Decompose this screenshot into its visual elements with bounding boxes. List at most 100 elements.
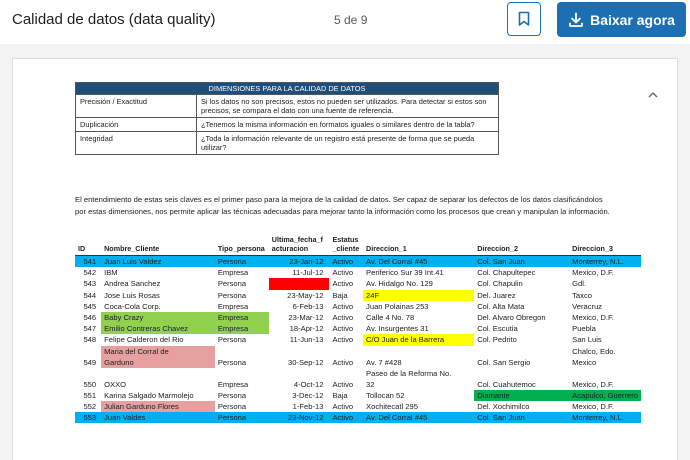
cell-fecha: 4-Oct-12 xyxy=(293,379,324,389)
cell-estatus: Activo xyxy=(332,401,354,411)
cell-fecha: 6-Feb-13 xyxy=(292,301,324,311)
cell-direccion-1: Calle 4 No. 78 xyxy=(366,312,415,322)
column-header-fecha: Ultima_fecha_facturacion xyxy=(268,235,330,256)
bookmark-button[interactable] xyxy=(507,2,541,36)
cell-tipo: Persona xyxy=(217,401,247,411)
cell-direccion-1: Tollocan 52 xyxy=(366,390,405,400)
cell-nombre: Karina Salgado Marmolejo xyxy=(104,390,194,400)
download-button[interactable]: Baixar agora xyxy=(557,2,686,37)
cell-tipo: Persona xyxy=(217,279,247,289)
dimension-description: ¿Tenemos la misma información en formato… xyxy=(196,117,499,132)
page-indicator: 5 de 9 xyxy=(334,13,368,27)
column-header-direccion-3: Direccion_3 xyxy=(569,235,641,256)
cell-direccion-2: Col. San Sergio xyxy=(477,357,531,367)
cell-estatus: Activo xyxy=(332,379,354,389)
cell-direccion-2: Col. Pedrito xyxy=(477,335,517,345)
cell-estatus: Activo xyxy=(332,279,354,289)
table-row: 549 Maria del Corral de Garduno Persona … xyxy=(75,345,641,368)
column-header-estatus: Estatus_cliente xyxy=(329,235,364,256)
cell-direccion-3: Monterrey, N.L. xyxy=(569,411,641,424)
cell-direccion-1-line-1: Paseo de la Reforma No. xyxy=(366,368,452,378)
cell-tipo: Empresa xyxy=(217,301,249,311)
cell-direccion-2: Col. San Juan xyxy=(474,411,570,424)
cell-direccion-3: Chalco, Edo. Mexico xyxy=(569,346,641,368)
cell-direccion-3: Veracruz xyxy=(572,301,603,311)
download-icon xyxy=(569,12,583,27)
cell-direccion-2: Col. San Juan xyxy=(474,255,570,268)
cell-direccion-1: C/O Juan de la Barrera xyxy=(363,334,475,346)
table-row: 553 Juan Valdes Persona 23-Nov-12 Activo… xyxy=(75,411,641,424)
cell-direccion-2: Diamante xyxy=(474,389,570,401)
cell-nombre: Juan Luis Valdez xyxy=(101,255,215,268)
cell-nombre: Coca-Cola Corp. xyxy=(104,301,161,311)
document-viewer: DIMENSIONES PARA LA CALIDAD DE DATOS Pre… xyxy=(0,44,690,460)
cell-direccion-2: Col. Cuahutemoc xyxy=(477,379,536,389)
cell-direccion-2: Col. Chapulin xyxy=(477,279,523,289)
cell-estatus: Activo xyxy=(332,268,354,278)
cell-fecha: 23-Jan-12 xyxy=(268,255,330,268)
bookmark-icon xyxy=(518,11,530,26)
cell-fecha: 11-Jun-13 xyxy=(289,335,324,345)
cell-fecha: 3-Dec-12 xyxy=(292,390,324,400)
cell-id: 541 xyxy=(75,255,102,268)
cell-direccion-3: Mexico, D.F. xyxy=(572,268,614,278)
cell-tipo: Persona xyxy=(217,357,247,367)
cell-fecha-missing xyxy=(268,278,330,290)
cell-estatus: Activo xyxy=(329,411,364,424)
table-row: 547 Emilio Contreras Chavez Empresa 18-A… xyxy=(75,323,641,335)
column-header-direccion-2: Direccion_2 xyxy=(474,235,570,256)
column-header-nombre: Nombre_Cliente xyxy=(101,235,215,256)
dimension-row: Duplicación ¿Tenemos la misma informació… xyxy=(75,117,499,132)
column-header-tipo: Tipo_persona xyxy=(214,235,269,256)
dimension-row: Integridad ¿Toda la información relevant… xyxy=(75,131,499,155)
dimension-description: ¿Toda la información relevante de un reg… xyxy=(196,131,499,155)
cell-nombre-line-2: Garduno xyxy=(104,357,134,367)
table-row: 552 Julian Garduno Flores Persona 1-Feb-… xyxy=(75,400,641,412)
cell-direccion-1: Periferico Sur 39 Int.41 xyxy=(366,268,444,278)
cell-tipo: Persona xyxy=(214,411,269,424)
table-row: 551 Karina Salgado Marmolejo Persona 3-D… xyxy=(75,389,641,401)
cell-direccion-1-line-2: 32 xyxy=(366,379,375,389)
cell-tipo: Empresa xyxy=(214,311,269,324)
cell-nombre: Baby Crazy xyxy=(101,311,215,324)
document-page: DIMENSIONES PARA LA CALIDAD DE DATOS Pre… xyxy=(12,58,678,460)
cell-fecha: 11-Jul-12 xyxy=(292,268,324,278)
cell-nombre: Jose Luis Rosas xyxy=(104,290,160,300)
column-header-direccion-1: Direccion_1 xyxy=(363,235,475,256)
cell-id: 551 xyxy=(83,390,97,400)
cell-tipo: Empresa xyxy=(217,379,249,389)
customer-data-table: ID Nombre_Cliente Tipo_persona Ultima_fe… xyxy=(75,235,641,424)
cell-direccion-3-line-2: Mexico xyxy=(572,357,597,367)
dimensions-table-title: DIMENSIONES PARA LA CALIDAD DE DATOS xyxy=(75,82,499,95)
cell-nombre-line-1: Maria del Corral de xyxy=(104,346,169,356)
cell-id: 552 xyxy=(83,401,97,411)
cell-estatus: Baja xyxy=(332,390,348,400)
cell-id: 543 xyxy=(83,279,97,289)
cell-id: 545 xyxy=(83,301,97,311)
download-button-label: Baixar agora xyxy=(590,11,675,28)
cell-direccion-1: Av. Del Corral #45 xyxy=(363,255,475,268)
cell-direccion-3: Acapulco, Guerrero xyxy=(569,389,641,401)
cell-direccion-3: Puebla xyxy=(572,324,596,334)
collapse-icon[interactable] xyxy=(648,91,658,102)
cell-estatus: Activo xyxy=(332,357,354,367)
document-title: Calidad de datos (data quality) xyxy=(12,11,216,28)
cell-tipo: Empresa xyxy=(214,323,269,335)
cell-direccion-1: Av. Insurgentes 31 xyxy=(366,324,429,334)
cell-direccion-1: Paseo de la Reforma No. 32 xyxy=(363,368,474,390)
cell-id: 547 xyxy=(83,324,97,334)
cell-direccion-2: Del. Xochimilco xyxy=(477,401,530,411)
cell-direccion-3: Gdl. xyxy=(572,279,587,289)
table-row: 550 OXXO Empresa 4-Oct-12 Activo Paseo d… xyxy=(75,368,641,390)
table-row: 544 Jose Luis Rosas Persona 23-May-12 Ba… xyxy=(75,289,641,301)
cell-fecha: 18-Apr-12 xyxy=(289,324,324,334)
cell-id: 553 xyxy=(75,411,102,424)
cell-fecha: 23-May-12 xyxy=(287,290,324,300)
body-paragraph: El entendimiento de estas seis claves es… xyxy=(75,195,610,217)
cell-nombre: OXXO xyxy=(104,379,127,389)
cell-id: 549 xyxy=(83,357,97,367)
cell-estatus: Activo xyxy=(332,335,354,345)
cell-fecha: 23-Mar-12 xyxy=(288,312,324,322)
dimension-description: Si los datos no son precisos, estos no p… xyxy=(196,94,499,118)
cell-direccion-1: Xochitecatl 295 xyxy=(366,401,418,411)
